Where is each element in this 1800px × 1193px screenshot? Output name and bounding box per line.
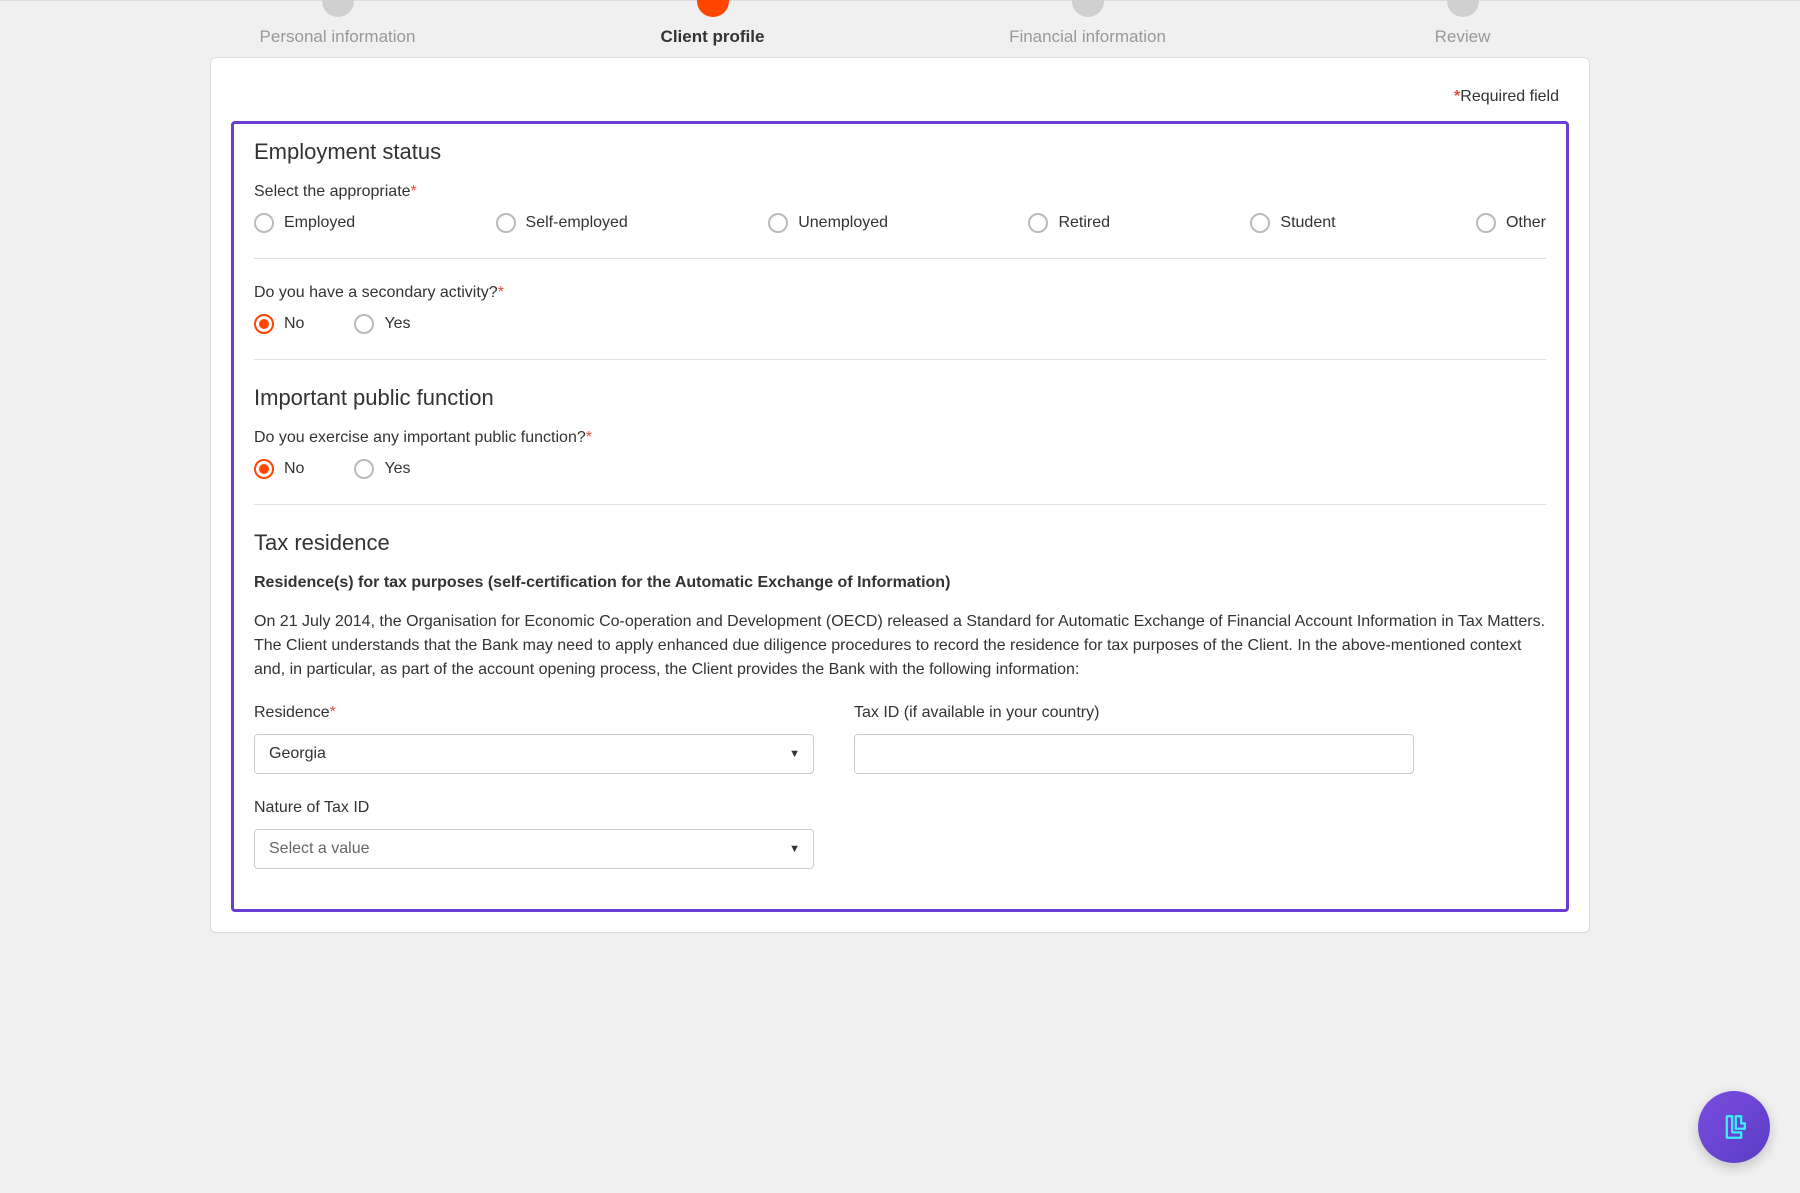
divider — [254, 359, 1546, 360]
label-text: Residence — [254, 704, 330, 721]
tax-id-field-group: Tax ID (if available in your country) — [854, 704, 1414, 774]
step-personal-information[interactable]: Personal information — [150, 1, 525, 47]
residence-label: Residence* — [254, 704, 814, 722]
step-label: Financial information — [1009, 27, 1166, 47]
floating-help-badge[interactable] — [1698, 1091, 1770, 1163]
tax-residence-section: Tax residence Residence(s) for tax purpo… — [234, 530, 1566, 869]
radio-icon — [254, 314, 274, 334]
form-card: *Required field Employment status Select… — [210, 57, 1590, 933]
step-label: Review — [1435, 27, 1491, 47]
radio-icon — [496, 213, 516, 233]
employment-status-label: Select the appropriate* — [254, 183, 1546, 201]
nature-tax-id-field-group: Nature of Tax ID Select a value ▼ — [254, 799, 814, 869]
step-circle-icon — [1447, 0, 1479, 17]
step-circle-icon — [1072, 0, 1104, 17]
employment-status-radio-group: Employed Self-employed Unemployed Retire… — [254, 213, 1546, 233]
radio-icon — [354, 459, 374, 479]
radio-label: Unemployed — [798, 214, 888, 232]
label-text: Do you exercise any important public fun… — [254, 429, 586, 446]
employment-title: Employment status — [254, 139, 1546, 165]
secondary-activity-radio-group: No Yes — [254, 314, 1546, 334]
public-function-title: Important public function — [254, 385, 1546, 411]
radio-student[interactable]: Student — [1250, 213, 1335, 233]
progress-stepper: Personal information Client profile Fina… — [0, 1, 1800, 47]
tax-id-label: Tax ID (if available in your country) — [854, 704, 1414, 722]
residence-field-group: Residence* Georgia ▼ — [254, 704, 814, 774]
asterisk-icon: * — [330, 704, 336, 721]
divider — [254, 504, 1546, 505]
radio-icon — [354, 314, 374, 334]
required-field-note: *Required field — [211, 88, 1589, 121]
radio-icon — [1028, 213, 1048, 233]
radio-employed[interactable]: Employed — [254, 213, 355, 233]
nature-select-wrapper: Select a value ▼ — [254, 829, 814, 869]
label-text: Do you have a secondary activity? — [254, 284, 498, 301]
nature-tax-id-select[interactable]: Select a value — [254, 829, 814, 869]
tax-subtitle: Residence(s) for tax purposes (self-cert… — [254, 574, 1546, 592]
secondary-activity-section: Do you have a secondary activity?* No Ye… — [234, 284, 1566, 334]
step-label: Client profile — [661, 27, 765, 47]
radio-icon — [254, 459, 274, 479]
tax-description: On 21 July 2014, the Organisation for Ec… — [254, 610, 1546, 682]
tax-id-input[interactable] — [854, 734, 1414, 774]
radio-label: Yes — [384, 460, 410, 478]
residence-select[interactable]: Georgia — [254, 734, 814, 774]
asterisk-icon: * — [586, 429, 592, 446]
tax-residence-title: Tax residence — [254, 530, 1546, 556]
step-review[interactable]: Review — [1275, 1, 1650, 47]
highlighted-form-region: Employment status Select the appropriate… — [231, 121, 1569, 912]
radio-icon — [768, 213, 788, 233]
nature-tax-id-label: Nature of Tax ID — [254, 799, 814, 817]
radio-other[interactable]: Other — [1476, 213, 1546, 233]
radio-label: No — [284, 460, 304, 478]
radio-icon — [1476, 213, 1496, 233]
radio-label: No — [284, 315, 304, 333]
tax-form-row-2: Nature of Tax ID Select a value ▼ — [254, 799, 1546, 869]
divider — [254, 258, 1546, 259]
radio-unemployed[interactable]: Unemployed — [768, 213, 888, 233]
step-label: Personal information — [260, 27, 416, 47]
radio-label: Employed — [284, 214, 355, 232]
step-financial-information[interactable]: Financial information — [900, 1, 1275, 47]
public-function-section: Important public function Do you exercis… — [234, 385, 1566, 479]
radio-label: Retired — [1058, 214, 1110, 232]
radio-icon — [1250, 213, 1270, 233]
public-function-radio-group: No Yes — [254, 459, 1546, 479]
radio-label: Student — [1280, 214, 1335, 232]
logo-icon — [1716, 1109, 1752, 1145]
step-client-profile[interactable]: Client profile — [525, 1, 900, 47]
radio-label: Self-employed — [526, 214, 628, 232]
step-circle-icon — [322, 0, 354, 17]
secondary-activity-label: Do you have a secondary activity?* — [254, 284, 1546, 302]
public-function-label: Do you exercise any important public fun… — [254, 429, 1546, 447]
radio-icon — [254, 213, 274, 233]
radio-public-function-no[interactable]: No — [254, 459, 304, 479]
radio-label: Other — [1506, 214, 1546, 232]
radio-secondary-yes[interactable]: Yes — [354, 314, 410, 334]
asterisk-icon: * — [411, 183, 417, 200]
label-text: Select the appropriate — [254, 183, 411, 200]
tax-form-row-1: Residence* Georgia ▼ Tax ID (if availabl… — [254, 704, 1546, 774]
radio-self-employed[interactable]: Self-employed — [496, 213, 628, 233]
residence-select-wrapper: Georgia ▼ — [254, 734, 814, 774]
required-field-text: Required field — [1460, 88, 1559, 105]
radio-secondary-no[interactable]: No — [254, 314, 304, 334]
radio-public-function-yes[interactable]: Yes — [354, 459, 410, 479]
asterisk-icon: * — [498, 284, 504, 301]
radio-label: Yes — [384, 315, 410, 333]
radio-retired[interactable]: Retired — [1028, 213, 1110, 233]
employment-section: Employment status Select the appropriate… — [234, 139, 1566, 233]
step-circle-icon — [697, 0, 729, 17]
